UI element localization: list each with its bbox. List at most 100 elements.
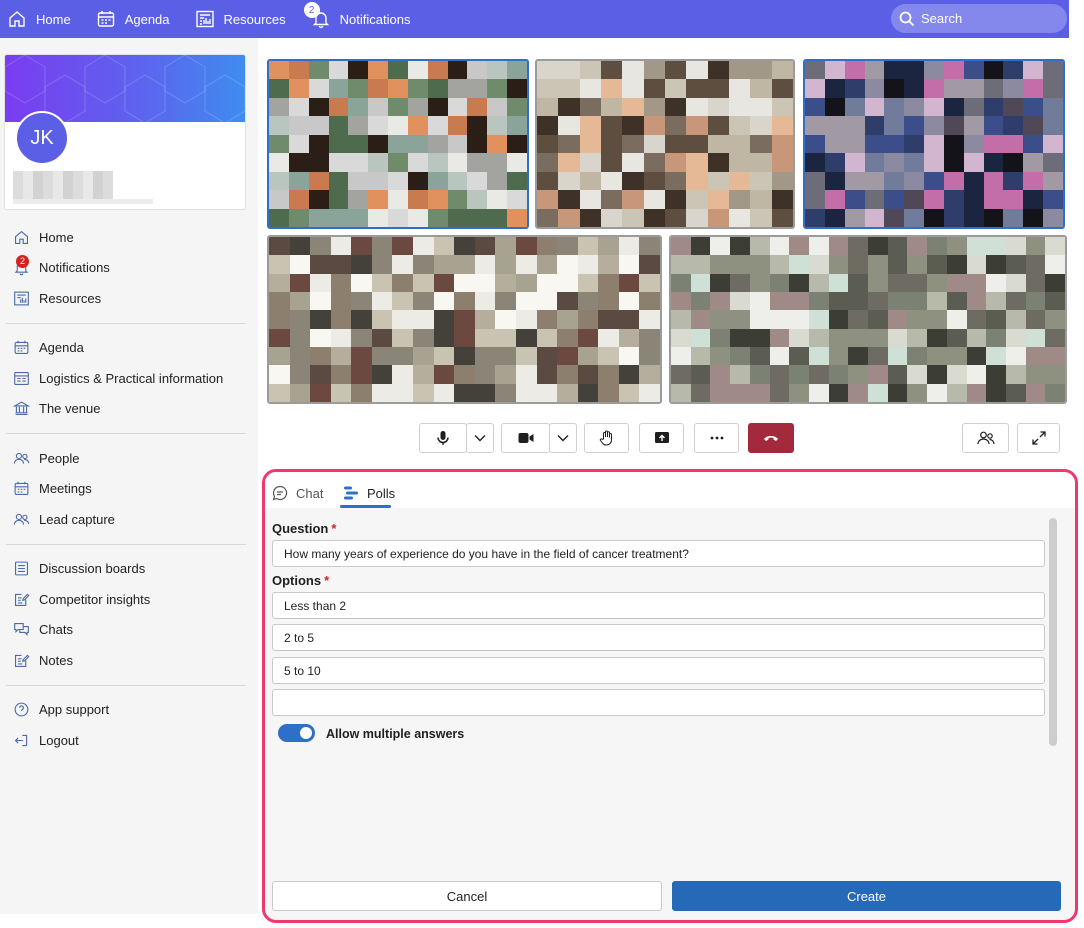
sidebar-item-venue[interactable]: The venue <box>0 394 258 425</box>
video-pixel <box>487 153 508 172</box>
cancel-button[interactable]: Cancel <box>272 881 662 911</box>
sidebar-item-resources[interactable]: Resources <box>0 283 258 314</box>
video-pixel <box>579 134 601 154</box>
avatar[interactable]: JK <box>15 111 69 165</box>
option-input[interactable] <box>272 624 1045 651</box>
video-pixel <box>963 153 984 172</box>
tab-polls[interactable]: Polls <box>343 478 395 508</box>
video-pixel <box>828 237 849 256</box>
more-options-button[interactable] <box>694 423 739 453</box>
video-pixel <box>864 79 885 98</box>
video-pixel <box>330 255 352 274</box>
video-pixel <box>579 153 601 172</box>
sidebar-item-meetings[interactable]: Meetings <box>0 474 258 505</box>
video-pixel <box>447 134 468 154</box>
video-tile[interactable] <box>267 59 529 229</box>
tab-chat[interactable]: Chat <box>272 478 323 508</box>
video-pixel <box>618 255 640 274</box>
video-tile[interactable] <box>803 59 1065 229</box>
sidebar-item-lead-capture[interactable]: Lead capture <box>0 504 258 535</box>
camera-button[interactable] <box>501 423 550 453</box>
video-pixel <box>707 208 729 227</box>
search-input[interactable]: Search <box>891 4 1067 33</box>
create-button[interactable]: Create <box>672 881 1061 911</box>
video-pixel <box>413 383 434 402</box>
mic-options-button[interactable] <box>466 423 494 453</box>
video-pixel <box>749 292 770 311</box>
share-screen-button[interactable] <box>639 423 684 453</box>
participants-button[interactable] <box>962 423 1009 453</box>
hang-up-button[interactable] <box>748 423 794 453</box>
video-pixel <box>924 153 944 172</box>
video-pixel <box>618 310 640 329</box>
sidebar: JK Home 2 Notifications Resources Agenda… <box>0 38 258 914</box>
sidebar-item-competitor-insights[interactable]: Competitor insights <box>0 584 258 615</box>
video-pixel <box>730 328 750 347</box>
topnav-agenda[interactable]: Agenda <box>95 0 170 38</box>
video-pixel <box>1043 134 1063 154</box>
video-pixel <box>639 292 660 311</box>
sidebar-item-people[interactable]: People <box>0 443 258 474</box>
video-pixel <box>986 347 1006 366</box>
logout-icon <box>12 731 30 749</box>
sidebar-item-home[interactable]: Home <box>0 222 258 253</box>
video-tile[interactable] <box>267 235 662 404</box>
video-pixel <box>671 292 691 311</box>
mic-button[interactable] <box>419 423 467 453</box>
video-pixel <box>986 237 1006 256</box>
topnav-resources[interactable]: Resources <box>194 0 286 38</box>
video-pixel <box>368 208 389 227</box>
video-pixel <box>924 134 944 154</box>
video-pixel <box>943 190 964 209</box>
question-input[interactable] <box>272 540 1045 567</box>
option-input[interactable] <box>272 657 1045 684</box>
video-pixel <box>269 116 289 135</box>
tab-polls-label: Polls <box>367 485 396 501</box>
topnav-notifications[interactable]: 2 Notifications <box>303 0 410 38</box>
sidebar-item-discussion-boards[interactable]: Discussion boards <box>0 554 258 585</box>
video-pixel <box>1025 347 1046 366</box>
sidebar-item-agenda[interactable]: Agenda <box>0 333 258 364</box>
video-pixel <box>536 310 558 329</box>
allow-multiple-toggle[interactable] <box>278 724 315 742</box>
profile-subtitle-blurred <box>13 199 153 204</box>
camera-options-button[interactable] <box>549 423 577 453</box>
panel-scrollbar[interactable] <box>1049 518 1057 746</box>
video-tile[interactable] <box>669 235 1067 404</box>
video-pixel <box>330 347 352 366</box>
video-pixel <box>598 383 619 402</box>
sidebar-item-label: Competitor insights <box>39 591 151 607</box>
option-input-empty[interactable] <box>272 689 1045 716</box>
sidebar-item-logistics[interactable]: Logistics & Practical information <box>0 363 258 394</box>
video-pixel <box>789 310 809 329</box>
expand-button[interactable] <box>1017 423 1060 453</box>
video-pixel <box>789 365 809 384</box>
sidebar-item-notifications[interactable]: 2 Notifications <box>0 253 258 284</box>
sidebar-item-app-support[interactable]: App support <box>0 695 258 726</box>
profile-card[interactable]: JK <box>4 54 246 210</box>
video-pixel <box>288 97 309 117</box>
video-pixel <box>598 365 619 384</box>
video-pixel <box>750 79 772 98</box>
raise-hand-button[interactable] <box>584 423 629 453</box>
video-tile[interactable] <box>535 59 795 229</box>
video-pixel <box>536 237 558 256</box>
video-pixel <box>289 365 311 384</box>
video-pixel <box>1045 292 1065 311</box>
topnav-home[interactable]: Home <box>6 0 71 38</box>
video-pixel <box>495 347 516 366</box>
option-input[interactable] <box>272 592 1045 619</box>
video-pixel <box>710 383 731 402</box>
video-pixel <box>1045 365 1065 384</box>
sidebar-item-logout[interactable]: Logout <box>0 725 258 756</box>
video-pixel <box>579 116 601 135</box>
video-pixel <box>351 347 372 366</box>
video-pixel <box>1003 208 1024 227</box>
video-pixel <box>963 171 984 191</box>
sidebar-item-chats[interactable]: Chats <box>0 615 258 646</box>
sidebar-item-notes[interactable]: Notes <box>0 645 258 676</box>
video-pixel <box>427 171 448 191</box>
video-pixel <box>907 328 928 347</box>
video-pixel <box>288 171 309 191</box>
video-pixel <box>868 255 888 274</box>
